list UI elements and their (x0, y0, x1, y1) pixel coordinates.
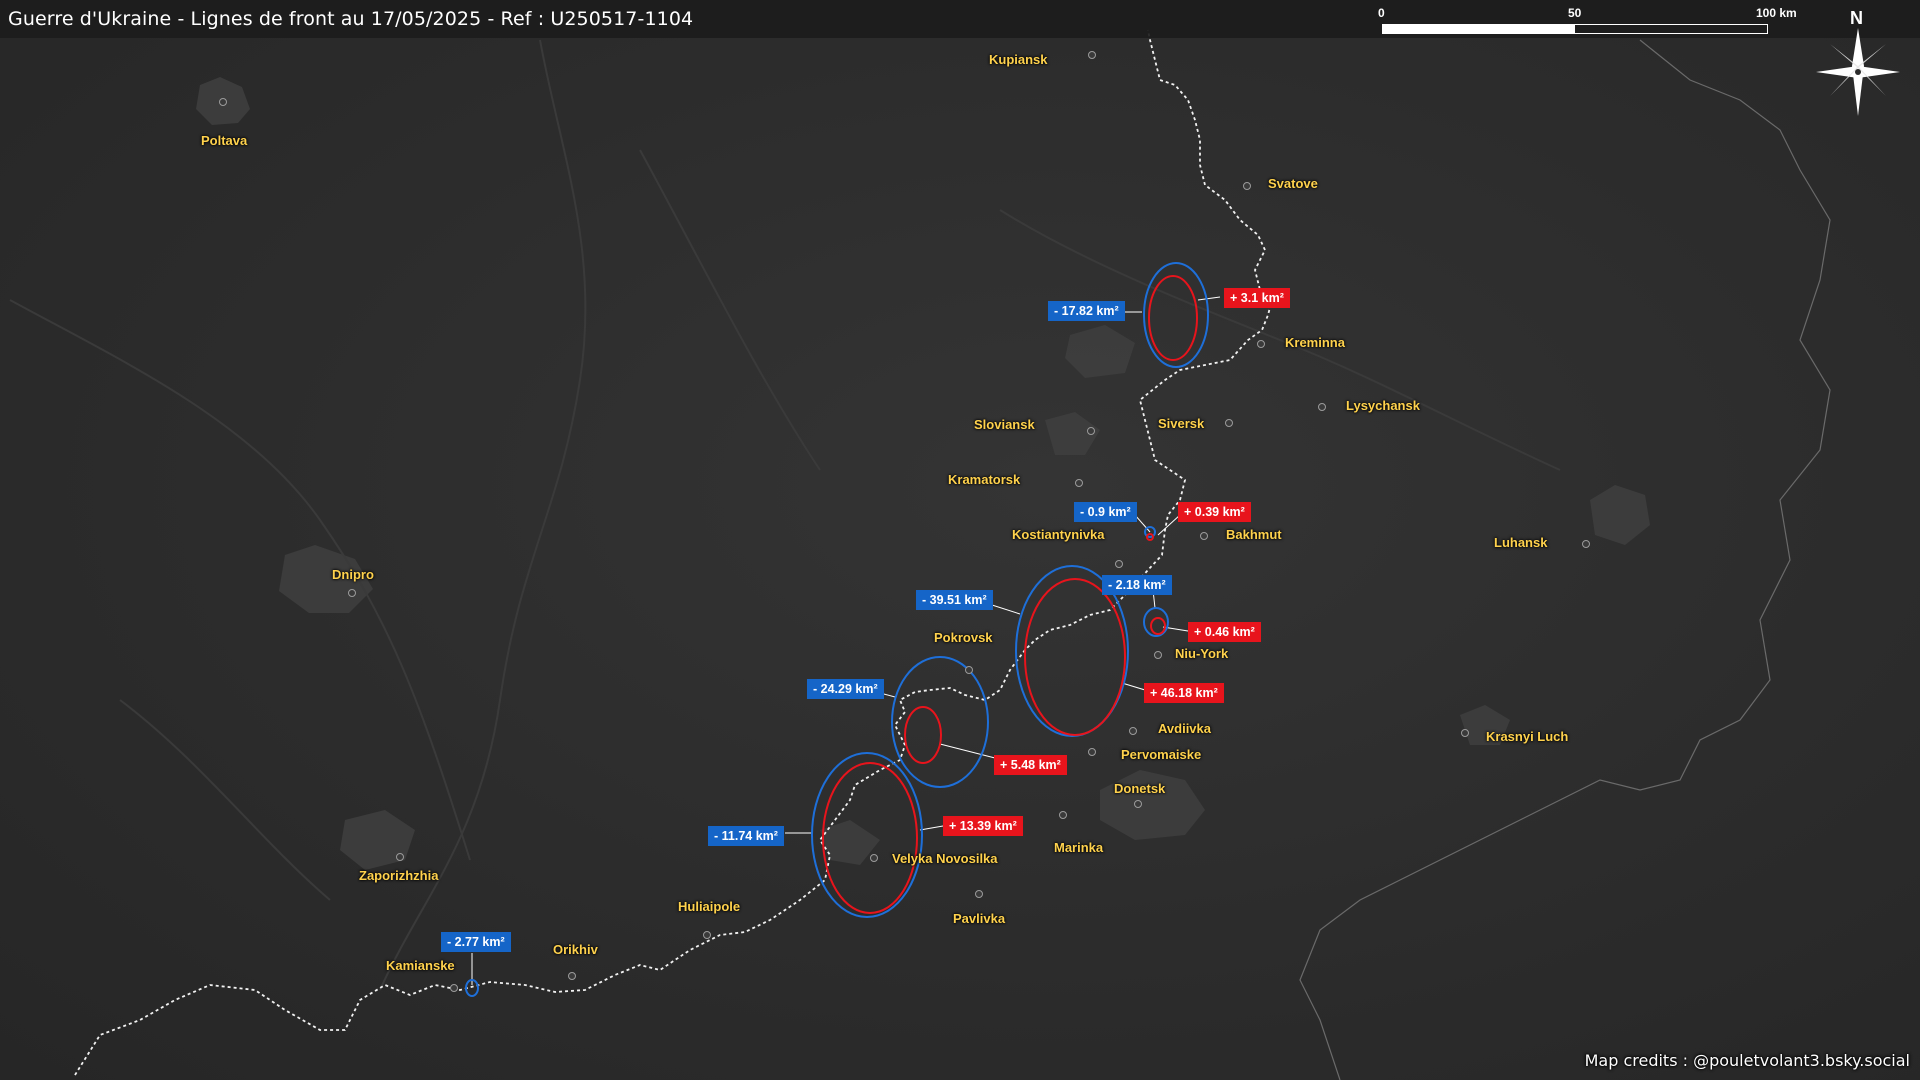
city-marker (1225, 419, 1233, 427)
city-label-svatove: Svatove (1268, 176, 1318, 191)
city-label-pervomaiske: Pervomaiske (1121, 747, 1202, 762)
rivers (9, 39, 1561, 991)
city-marker (975, 890, 983, 898)
city-label-kramatorsk: Kramatorsk (948, 472, 1021, 487)
city-label-avdiivka: Avdiivka (1158, 721, 1211, 736)
change-badge-loss: - 2.18 km² (1102, 575, 1172, 595)
city-label-bakhmut: Bakhmut (1226, 527, 1282, 542)
city-marker (1318, 403, 1326, 411)
city-label-huliaipole: Huliaipole (678, 899, 741, 914)
change-badge-gain: + 0.46 km² (1188, 622, 1261, 642)
city-label-kreminna: Kreminna (1285, 335, 1345, 350)
change-badge-loss: - 39.51 km² (916, 590, 993, 610)
city-marker (1087, 427, 1095, 435)
city-label-orikhiv: Orikhiv (553, 942, 598, 957)
city-label-pavlivka: Pavlivka (953, 911, 1006, 926)
city-marker (568, 972, 576, 980)
change-badge-gain: + 46.18 km² (1144, 683, 1224, 703)
city-marker (1582, 540, 1590, 548)
city-marker (1243, 182, 1251, 190)
change-badge-gain: + 0.39 km² (1178, 502, 1251, 522)
city-marker (965, 666, 973, 674)
leader-lines (471, 296, 1221, 985)
city-label-pokrovsk: Pokrovsk (934, 630, 993, 645)
city-label-kostiantynivka: Kostiantynivka (1012, 527, 1105, 542)
city-marker (1154, 651, 1162, 659)
city-marker (1461, 729, 1469, 737)
change-badge-gain: + 3.1 km² (1224, 288, 1290, 308)
city-marker (1075, 479, 1083, 487)
city-label-krasnyi-luch: Krasnyi Luch (1486, 729, 1569, 744)
national-border (1299, 39, 1831, 1080)
city-label-sloviansk: Sloviansk (974, 417, 1035, 432)
urban-areas (196, 77, 1650, 870)
map-canvas[interactable]: Guerre d'Ukraine - Lignes de front au 17… (0, 0, 1920, 1080)
city-marker (450, 984, 458, 992)
map-credits: Map credits : @pouletvolant3.bsky.social (1584, 1051, 1910, 1070)
city-marker (1115, 560, 1123, 568)
scale-label-0: 0 (1378, 6, 1385, 20)
change-badge-loss: - 24.29 km² (807, 679, 884, 699)
city-label-marinka: Marinka (1054, 840, 1104, 855)
city-label-luhansk: Luhansk (1494, 535, 1548, 550)
city-label-kupiansk: Kupiansk (989, 52, 1048, 67)
change-badge-loss: - 17.82 km² (1048, 301, 1125, 321)
scale-label-100: 100 km (1756, 6, 1797, 20)
city-label-zaporizhzhia: Zaporizhzhia (359, 868, 439, 883)
city-label-siversk: Siversk (1158, 416, 1205, 431)
scale-bar (1382, 24, 1768, 34)
city-label-dnipro: Dnipro (332, 567, 374, 582)
change-badge-loss: - 2.77 km² (441, 932, 511, 952)
city-label-niu-york: Niu-York (1175, 646, 1229, 661)
city-marker (1088, 748, 1096, 756)
city-marker (396, 853, 404, 861)
change-badge-gain: + 5.48 km² (994, 755, 1067, 775)
map-title: Guerre d'Ukraine - Lignes de front au 17… (8, 8, 694, 30)
city-marker (348, 589, 356, 597)
city-label-kamianske: Kamianske (386, 958, 455, 973)
city-marker (219, 98, 227, 106)
city-marker (1257, 340, 1265, 348)
city-marker (870, 854, 878, 862)
city-marker (1088, 51, 1096, 59)
change-badge-loss: - 0.9 km² (1074, 502, 1137, 522)
city-label-lysychansk: Lysychansk (1346, 398, 1420, 413)
change-badge-gain: + 13.39 km² (943, 816, 1023, 836)
city-label-velyka-novosilka: Velyka Novosilka (892, 851, 998, 866)
city-marker (1059, 811, 1067, 819)
city-marker (1200, 532, 1208, 540)
city-marker (1129, 727, 1137, 735)
front-line (74, 29, 1274, 1076)
city-label-donetsk: Donetsk (1114, 781, 1166, 796)
scale-label-50: 50 (1568, 6, 1582, 20)
city-marker (1134, 800, 1142, 808)
compass-north-label: N (1850, 8, 1863, 28)
city-marker (703, 931, 711, 939)
change-badge-loss: - 11.74 km² (708, 826, 784, 846)
city-label-poltava: Poltava (201, 133, 248, 148)
